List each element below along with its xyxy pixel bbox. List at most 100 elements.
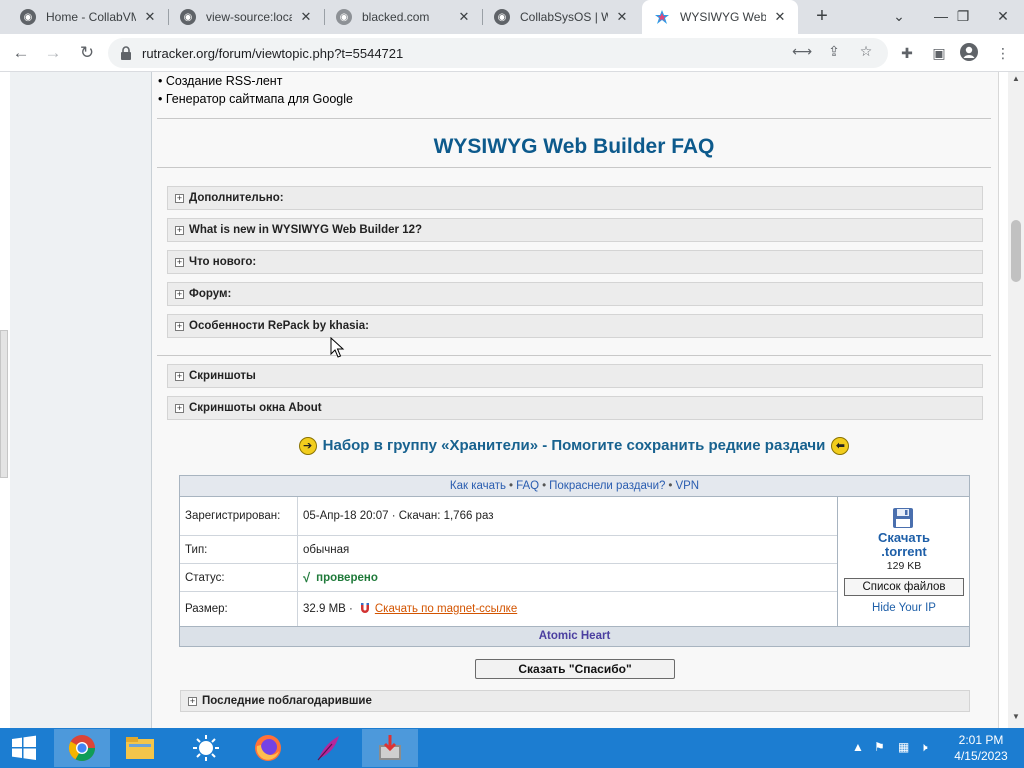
chrome-taskbar-icon[interactable] (54, 729, 110, 767)
firefox-icon[interactable] (240, 729, 296, 767)
spoiler-forum[interactable]: + Форум: (167, 282, 983, 306)
link-red-torrents[interactable]: Покраснели раздачи? (549, 480, 665, 492)
tab-title: WYSIWYG Web Builder (680, 10, 766, 24)
spoiler-label: What is new in WYSIWYG Web Builder 12? (189, 224, 423, 236)
tab-title: CollabSysOS | Web (520, 10, 608, 24)
lock-icon (121, 46, 131, 60)
close-icon[interactable]: ✕ (614, 9, 630, 25)
translate-icon[interactable]: ⟷ (792, 43, 812, 63)
link-how-to-download[interactable]: Как качать (450, 480, 506, 492)
mouse-cursor-icon (330, 337, 345, 358)
download-label-ext[interactable]: .torrent (838, 545, 970, 559)
row-value: √ проверено (303, 564, 378, 591)
floppy-disk-icon[interactable] (892, 507, 914, 529)
tab-collabvm-home[interactable]: ◉ Home - CollabVM ✕ (8, 0, 168, 34)
keepers-recruitment-banner[interactable]: ➔ Набор в группу «Хранители» - Помогите с… (157, 437, 991, 456)
spoiler-last-thanked[interactable]: + Последние поблагодарившие (180, 690, 970, 712)
show-hidden-icons-chevron-icon[interactable]: ▲ (852, 740, 864, 754)
clock-time: 2:01 PM (958, 733, 1004, 747)
spoiler-screenshots[interactable]: + Скриншоты (167, 364, 983, 388)
link-faq[interactable]: FAQ (516, 480, 539, 492)
close-icon[interactable]: ✕ (456, 9, 472, 25)
page-scrollbar[interactable]: ▲ ▼ (1008, 72, 1024, 728)
expand-plus-icon: + (175, 225, 184, 235)
url-text[interactable]: rutracker.org/forum/viewtopic.php?t=5544… (142, 46, 403, 61)
tab-blacked[interactable]: ◉ blacked.com ✕ (324, 0, 482, 34)
close-icon[interactable]: ✕ (772, 9, 788, 25)
network-icon[interactable]: ▦ (898, 740, 909, 754)
tab-search-chevron-icon[interactable]: ⌄ (878, 0, 920, 34)
feature-bullet: • Создание RSS-лент (158, 74, 283, 88)
expand-plus-icon: + (175, 289, 184, 299)
tab-title: view-source:localhost (206, 10, 292, 24)
address-bar[interactable]: rutracker.org/forum/viewtopic.php?t=5544… (108, 38, 888, 68)
spoiler-whats-new-en[interactable]: + What is new in WYSIWYG Web Builder 12? (167, 218, 983, 242)
scroll-up-arrow-icon[interactable]: ▲ (1008, 74, 1024, 88)
hide-your-ip-link[interactable]: Hide Your IP (838, 602, 970, 614)
windows-start-icon[interactable] (0, 729, 48, 767)
back-arrow-icon[interactable]: ← (8, 40, 34, 66)
windows-taskbar: ▲ ⚑ ▦ 🕨 2:01 PM 4/15/2023 (0, 728, 1024, 768)
browser-menu-icon[interactable]: ⋮ (992, 42, 1014, 64)
close-icon[interactable]: ✕ (142, 9, 158, 25)
tab-view-source[interactable]: ◉ view-source:localhost ✕ (168, 0, 324, 34)
arrow-left-icon: ⬅ (831, 437, 850, 456)
spoiler-label: Последние поблагодарившие (202, 695, 372, 707)
spoiler-additional[interactable]: + Дополнительно: (167, 186, 983, 210)
tab-wysiwyg-active[interactable]: WYSIWYG Web Builder ✕ (642, 0, 798, 34)
row-size: Размер: 32.9 MB · Скачать по magnet-ссыл… (180, 592, 837, 626)
expand-plus-icon: + (175, 321, 184, 331)
installer-app-icon[interactable] (362, 729, 418, 767)
spoiler-label: Скриншоты окна About (189, 402, 322, 414)
globe-icon: ◉ (20, 9, 36, 25)
action-center-flag-icon[interactable]: ⚑ (874, 740, 885, 754)
side-panel-handle[interactable] (0, 330, 8, 478)
say-thanks-button[interactable]: Сказать "Спасибо" (475, 659, 675, 679)
file-list-button[interactable]: Список файлов (844, 578, 964, 596)
reload-icon[interactable]: ↻ (74, 40, 100, 66)
file-explorer-icon[interactable] (112, 729, 168, 767)
forward-arrow-icon[interactable]: → (40, 40, 66, 66)
expand-plus-icon: + (175, 257, 184, 267)
forum-left-column (10, 72, 152, 728)
row-status: Статус: √ проверено (180, 564, 837, 592)
feature-bullet: • Генератор сайтмапа для Google (158, 92, 353, 106)
torrent-info-table: Как качать • FAQ • Покраснели раздачи? • VPN З… (179, 475, 970, 647)
close-icon[interactable]: ✕ (298, 9, 314, 25)
scrollbar-thumb[interactable] (1011, 220, 1021, 282)
separator: • (542, 480, 547, 492)
weather-sun-icon[interactable] (178, 729, 234, 767)
globe-icon: ◉ (336, 9, 352, 25)
row-key: Тип: (180, 536, 298, 563)
scroll-down-arrow-icon[interactable]: ▼ (1008, 712, 1024, 726)
spoiler-label: Форум: (189, 288, 232, 300)
download-torrent-link[interactable]: Скачать .torrent (838, 531, 970, 559)
row-key: Статус: (180, 564, 298, 591)
side-panel-icon[interactable]: ▣ (928, 42, 950, 64)
keepers-text[interactable]: Набор в группу «Хранители» - Помогите со… (323, 437, 826, 454)
window-close-icon[interactable]: ✕ (982, 0, 1024, 34)
spoiler-label: Дополнительно: (189, 192, 284, 204)
spoiler-about-screenshots[interactable]: + Скриншоты окна About (167, 396, 983, 420)
spoiler-whats-new-ru[interactable]: + Что нового: (167, 250, 983, 274)
system-clock[interactable]: 2:01 PM 4/15/2023 (946, 732, 1016, 764)
bookmark-star-icon[interactable]: ☆ (856, 43, 876, 63)
expand-plus-icon: + (188, 696, 197, 706)
row-value: обычная (303, 543, 350, 556)
share-icon[interactable]: ⇪ (824, 43, 844, 63)
volume-muted-icon[interactable]: 🕨 (920, 740, 928, 755)
restore-icon[interactable]: ❐ (942, 0, 984, 34)
profile-avatar-icon[interactable] (958, 42, 980, 64)
new-tab-button[interactable]: + (810, 5, 834, 29)
magnet-link[interactable]: Скачать по magnet-ссылке (375, 603, 517, 615)
tab-collabsysos[interactable]: ◉ CollabSysOS | Web ✕ (482, 0, 640, 34)
divider (157, 167, 991, 168)
faq-title: WYSIWYG Web Builder FAQ (433, 135, 715, 158)
spoiler-repack-features[interactable]: + Особенности RePack by khasia: (167, 314, 983, 338)
download-label[interactable]: Скачать (838, 531, 970, 545)
row-value: 05-Апр-18 20:07 · Скачан: 1,766 раз (303, 510, 494, 522)
extensions-puzzle-icon[interactable]: ✚ (896, 42, 918, 64)
link-vpn[interactable]: VPN (675, 480, 699, 492)
feather-app-icon[interactable] (300, 729, 356, 767)
size-value: 32.9 MB · (303, 603, 353, 615)
